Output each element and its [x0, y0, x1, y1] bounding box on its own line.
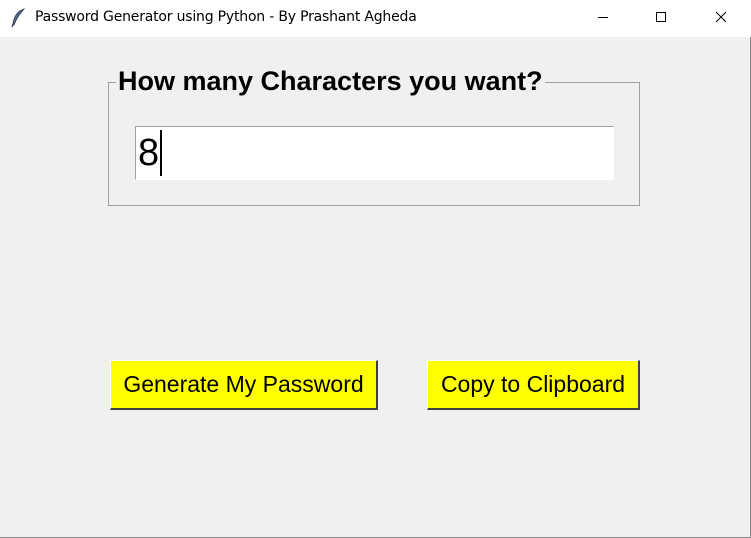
title-bar[interactable]: Password Generator using Python - By Pra… — [0, 0, 751, 37]
minimize-icon — [597, 10, 609, 28]
copy-to-clipboard-button[interactable]: Copy to Clipboard — [427, 360, 640, 410]
group-label: How many Characters you want? — [116, 64, 545, 98]
app-window: Password Generator using Python - By Pra… — [0, 0, 751, 538]
character-count-value: 8 — [138, 132, 160, 174]
maximize-button[interactable] — [632, 0, 690, 37]
text-caret — [160, 130, 163, 176]
close-button[interactable] — [690, 0, 751, 37]
window-title: Password Generator using Python - By Pra… — [35, 9, 417, 25]
close-icon — [715, 10, 727, 28]
character-count-input[interactable]: 8 — [135, 126, 614, 180]
feather-icon — [11, 8, 27, 28]
maximize-icon — [655, 10, 667, 28]
generate-password-button[interactable]: Generate My Password — [110, 360, 378, 410]
minimize-button[interactable] — [574, 0, 632, 37]
